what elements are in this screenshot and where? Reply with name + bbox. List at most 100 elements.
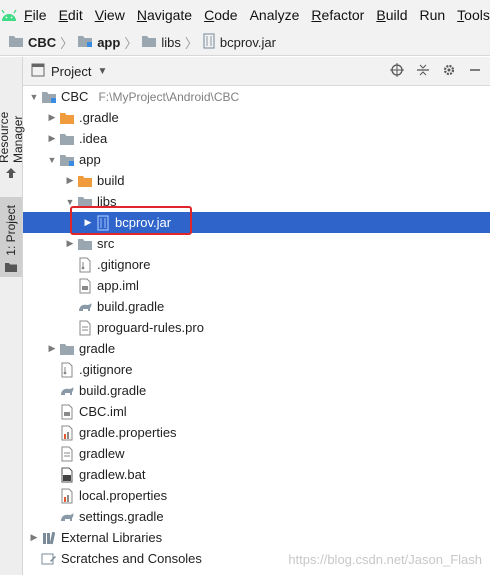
menu-code[interactable]: Code — [198, 0, 243, 30]
gradle-icon — [77, 299, 93, 315]
expand-arrow-right-icon[interactable]: ▶ — [81, 212, 95, 233]
expand-arrow-right-icon[interactable]: ▶ — [45, 128, 59, 149]
tree-row[interactable]: ▶ .idea — [23, 128, 490, 149]
tree-row[interactable]: .gitignore — [23, 359, 490, 380]
breadcrumb-app[interactable]: app — [77, 34, 120, 51]
tree-row[interactable]: ▶ build — [23, 170, 490, 191]
tree-row[interactable]: ▼ libs — [23, 191, 490, 212]
bat-file-icon — [59, 467, 75, 483]
iml-file-icon — [77, 278, 93, 294]
folder-icon — [77, 194, 93, 210]
tree-row[interactable]: gradlew — [23, 443, 490, 464]
tree-item-label: build.gradle — [79, 383, 147, 398]
project-tree: ▼ CBC F:\MyProject\Android\CBC ▶ .gradle ▶ .id… — [23, 86, 490, 569]
tree-item-label: libs — [97, 194, 117, 209]
tree-item-label: .idea — [79, 131, 108, 146]
tree-row[interactable]: gradlew.bat — [23, 464, 490, 485]
tree-item-label: local.properties — [79, 488, 168, 503]
menu-file[interactable]: File — [18, 0, 53, 30]
tree-item-label: Scratches and Consoles — [61, 551, 202, 566]
tree-item-label: settings.gradle — [79, 509, 164, 524]
menu-refactor[interactable]: Refactor — [305, 0, 370, 30]
libraries-icon — [41, 530, 57, 546]
folder-icon — [77, 236, 93, 252]
tree-row[interactable]: proguard-rules.pro — [23, 317, 490, 338]
project-tab[interactable]: 1: Project — [0, 197, 22, 277]
expand-arrow-right-icon[interactable]: ▶ — [45, 107, 59, 128]
watermark: https://blog.csdn.net/Jason_Flash — [288, 552, 482, 567]
module-folder-icon — [59, 152, 75, 168]
menu-edit[interactable]: Edit — [53, 0, 89, 30]
expand-arrow-down-icon[interactable]: ▼ — [45, 149, 59, 170]
tree-item-label: gradlew — [79, 446, 125, 461]
mnemonic: N — [136, 7, 147, 23]
tree-row[interactable]: build.gradle — [23, 296, 490, 317]
menu-navigate[interactable]: Navigate — [131, 0, 198, 30]
caret-down-icon[interactable]: ▼ — [97, 66, 107, 77]
arrow-spacer — [45, 485, 59, 506]
tree-item-label: .gitignore — [79, 362, 133, 377]
breadcrumb-label: app — [97, 35, 121, 50]
tree-row[interactable]: settings.gradle — [23, 506, 490, 527]
folder-icon — [8, 34, 24, 51]
expand-arrow-right-icon[interactable]: ▶ — [63, 170, 77, 191]
arrow-spacer — [45, 464, 59, 485]
text-file-icon — [59, 446, 75, 462]
jar-icon — [202, 33, 216, 52]
tree-row[interactable]: build.gradle — [23, 380, 490, 401]
tree-row[interactable]: ▼ app — [23, 149, 490, 170]
expand-arrow-right-icon[interactable]: ▶ — [63, 233, 77, 254]
tree-row[interactable]: .gitignore — [23, 254, 490, 275]
menu-label: Analyze — [249, 7, 300, 23]
tree-row[interactable]: ▼ CBC F:\MyProject\Android\CBC — [23, 86, 490, 107]
expand-arrow-down-icon[interactable]: ▼ — [63, 191, 77, 212]
menu-analyze[interactable]: Analyze — [244, 0, 306, 30]
menu-view[interactable]: View — [89, 0, 131, 30]
scratches-icon — [41, 551, 57, 567]
tree-item-label: build.gradle — [97, 299, 165, 314]
menu-label: Run — [419, 7, 446, 23]
collapse-all-icon[interactable] — [416, 63, 430, 80]
menu-run[interactable]: Run — [413, 0, 451, 30]
arrow-spacer — [45, 422, 59, 443]
menu-build[interactable]: Build — [370, 0, 413, 30]
mnemonic: F — [24, 7, 33, 23]
folder-icon — [141, 34, 157, 51]
mnemonic: C — [204, 7, 215, 23]
excluded-folder-icon — [59, 110, 75, 126]
minimize-icon[interactable] — [468, 63, 482, 80]
tree-row[interactable]: ▶ src — [23, 233, 490, 254]
breadcrumb-label: libs — [161, 35, 181, 50]
tree-row[interactable]: app.iml — [23, 275, 490, 296]
tree-row[interactable]: ▶ bcprov.jar — [23, 212, 490, 233]
tree-row[interactable]: gradle.properties — [23, 422, 490, 443]
android-studio-logo-icon — [0, 0, 18, 30]
menu-tools[interactable]: Tools — [451, 0, 490, 30]
expand-arrow-right-icon[interactable]: ▶ — [27, 527, 41, 548]
locate-icon[interactable] — [390, 62, 404, 80]
tree-row[interactable]: CBC.iml — [23, 401, 490, 422]
tree-item-label: .gradle — [79, 110, 119, 125]
resource-manager-tab[interactable]: Resource Manager — [0, 67, 25, 182]
expand-arrow-down-icon[interactable]: ▼ — [27, 86, 41, 107]
mnemonic: V — [94, 7, 104, 23]
breadcrumb-bcprov-jar[interactable]: bcprov.jar — [202, 33, 276, 52]
tree-row[interactable]: ▶ gradle — [23, 338, 490, 359]
tree-row[interactable]: local.properties — [23, 485, 490, 506]
breadcrumb-cbc[interactable]: CBC — [8, 34, 56, 51]
arrow-spacer — [45, 443, 59, 464]
tree-item-label: bcprov.jar — [115, 215, 172, 230]
breadcrumb-libs[interactable]: libs — [141, 34, 181, 51]
folder-icon — [59, 131, 75, 147]
expand-arrow-right-icon[interactable]: ▶ — [45, 338, 59, 359]
tree-item-label: build — [97, 173, 125, 188]
panel-title[interactable]: Project — [51, 64, 91, 79]
arrow-spacer — [45, 401, 59, 422]
tree-row[interactable]: ▶ External Libraries — [23, 527, 490, 548]
menu-label: ode — [214, 7, 238, 23]
gear-icon[interactable] — [442, 63, 456, 80]
tree-row[interactable]: ▶ .gradle — [23, 107, 490, 128]
navigation-bar: CBC 〉 app 〉 libs 〉 bcprov.jar — [0, 30, 490, 56]
menu-bar: File Edit View Navigate Code Analyze Refactor B… — [0, 0, 490, 30]
tree-item-label: gradlew.bat — [79, 467, 146, 482]
